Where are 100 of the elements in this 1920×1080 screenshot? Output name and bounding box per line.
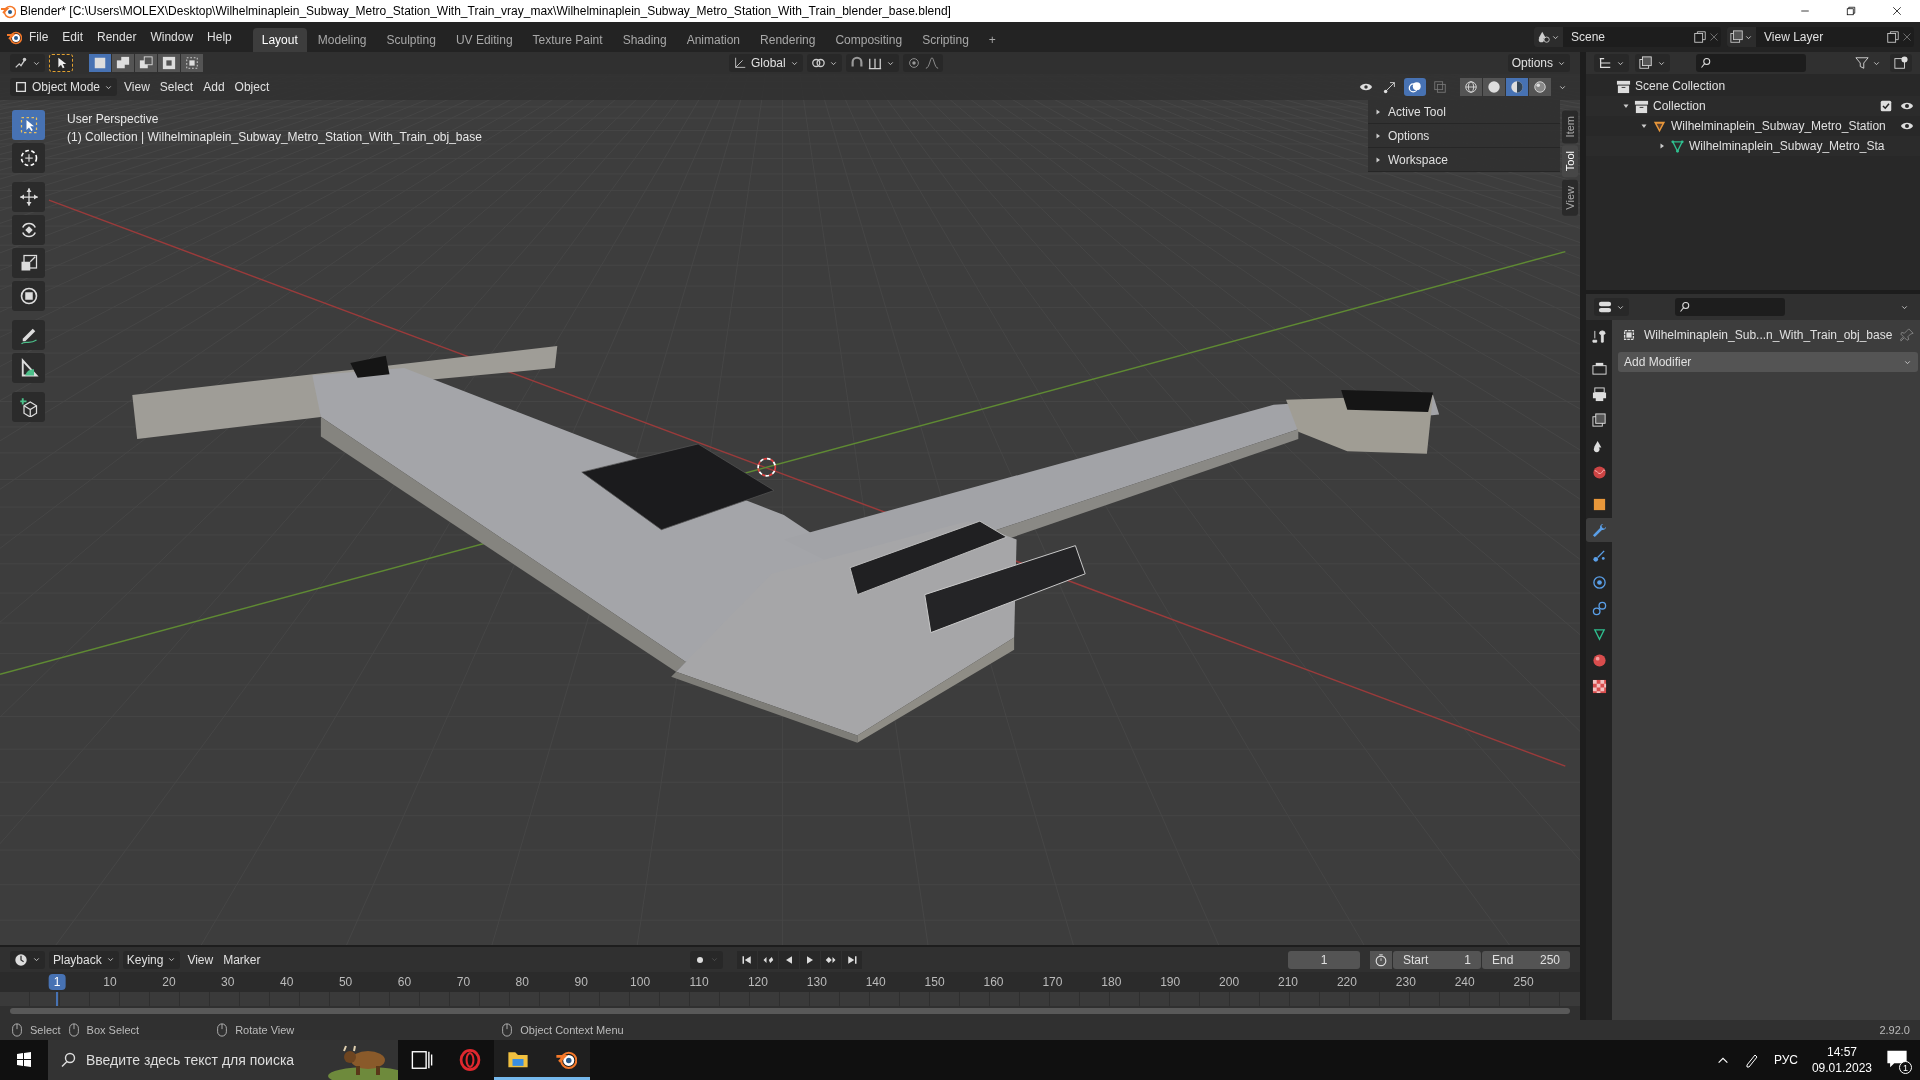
gizmo-icon[interactable] <box>1383 80 1397 94</box>
tool-button[interactable] <box>12 182 45 212</box>
shading-mode-button[interactable] <box>1483 78 1505 96</box>
3d-cursor-icon[interactable] <box>757 457 777 477</box>
workspace-tab[interactable]: Compositing <box>826 28 912 52</box>
menu-item[interactable]: File <box>22 27 56 47</box>
new-collection-button[interactable] <box>1890 54 1912 72</box>
overlays-button[interactable] <box>1404 78 1426 96</box>
selection-mode-button[interactable] <box>135 54 157 72</box>
notification-icon[interactable] <box>1886 1048 1908 1070</box>
search-field[interactable] <box>1696 54 1806 72</box>
shading-mode-button[interactable] <box>1460 78 1482 96</box>
tool-button[interactable] <box>12 248 45 278</box>
panel-header[interactable]: Options <box>1368 124 1560 148</box>
shading-mode-button[interactable] <box>1529 78 1551 96</box>
menu-item[interactable]: Marker <box>220 950 264 969</box>
workspace-tab[interactable]: Animation <box>677 28 750 52</box>
search-field[interactable] <box>1675 298 1785 316</box>
restore-icon[interactable] <box>1845 5 1857 17</box>
start-frame-field[interactable]: Start 1 <box>1393 950 1481 969</box>
selection-mode-button[interactable] <box>181 54 203 72</box>
menu-item[interactable]: Help <box>200 27 239 47</box>
ring-icon[interactable] <box>459 1049 481 1071</box>
editor-type-button[interactable] <box>10 54 45 72</box>
sidebar-tab[interactable]: View <box>1562 179 1578 216</box>
menu-dropdown[interactable]: Keying <box>122 950 181 969</box>
windows-start-icon[interactable] <box>16 1052 32 1068</box>
browse-button[interactable] <box>1534 27 1563 47</box>
tool-button[interactable] <box>12 281 45 311</box>
duplicate-icon[interactable] <box>1886 30 1900 44</box>
menu-item[interactable]: View <box>184 950 217 969</box>
tool-button[interactable] <box>12 392 45 422</box>
sidebar-tab[interactable]: Item <box>1562 110 1578 144</box>
taskbar-search-field[interactable]: Введите здесь текст для поиска <box>48 1040 398 1080</box>
workspace-tab[interactable]: Modeling <box>308 28 376 52</box>
tree-item[interactable]: Wilhelminaplein_Subway_Metro_Sta <box>1689 139 1885 153</box>
selection-mode-button[interactable] <box>112 54 134 72</box>
language-indicator[interactable]: РУС <box>1773 1053 1798 1067</box>
orientation-dropdown[interactable]: Global <box>729 54 803 72</box>
select-tool-button[interactable] <box>49 54 73 72</box>
play-button[interactable] <box>799 950 820 969</box>
previous-keyframe-button[interactable] <box>757 950 778 969</box>
panel-header[interactable]: Workspace <box>1368 148 1560 172</box>
pen-icon[interactable] <box>1743 1052 1760 1068</box>
tree-item[interactable]: Wilhelminaplein_Subway_Metro_Station <box>1671 119 1886 133</box>
checkbox[interactable] <box>1880 100 1892 112</box>
playhead-marker[interactable]: 1 <box>48 974 66 990</box>
options-dropdown[interactable]: Options <box>1507 54 1570 72</box>
tool-button[interactable] <box>12 320 45 350</box>
selection-mode-button[interactable] <box>89 54 111 72</box>
tool-button[interactable] <box>12 110 45 140</box>
xray-icon[interactable] <box>1433 80 1447 94</box>
browse-button[interactable] <box>1727 27 1756 47</box>
end-frame-field[interactable]: End 250 <box>1482 950 1570 969</box>
clock-date[interactable]: 09.01.2023 <box>1811 1060 1872 1076</box>
tool-button[interactable] <box>12 215 45 245</box>
pivot-dropdown[interactable] <box>806 54 842 72</box>
display-mode-dropdown[interactable] <box>1594 54 1629 72</box>
proportional-edit-dropdown[interactable] <box>902 54 943 72</box>
tool-button[interactable] <box>12 143 45 173</box>
selection-mode-button[interactable] <box>158 54 180 72</box>
current-frame-field[interactable]: 1 <box>1288 950 1360 969</box>
expand-arrow-icon[interactable] <box>1658 142 1666 150</box>
editor-type-button[interactable] <box>1594 298 1629 316</box>
menu-item[interactable]: Object <box>231 78 273 96</box>
sidebar-tab[interactable]: Tool <box>1562 145 1578 178</box>
menu-item[interactable]: Edit <box>55 27 91 47</box>
timeline-scrollbar[interactable] <box>10 1008 1570 1014</box>
expand-arrow-icon[interactable] <box>1622 102 1630 110</box>
jump-end-button[interactable] <box>841 950 862 969</box>
pin-icon[interactable] <box>1900 328 1915 342</box>
workspace-tab[interactable]: Shading <box>613 28 676 52</box>
panel-header[interactable]: Active Tool <box>1368 100 1560 124</box>
menu-item[interactable]: Render <box>90 27 144 47</box>
menu-item[interactable]: View <box>121 78 153 96</box>
menu-dropdown[interactable]: Playback <box>49 950 119 969</box>
snap-dropdown[interactable] <box>845 54 899 72</box>
tree-item[interactable]: Scene Collection <box>1635 79 1726 93</box>
workspace-tab[interactable]: UV Editing <box>446 28 522 52</box>
menu-item[interactable]: Select <box>156 78 197 96</box>
add-workspace-button[interactable]: + <box>979 28 1005 52</box>
workspace-tab[interactable]: Scripting <box>913 28 978 52</box>
next-keyframe-button[interactable] <box>820 950 841 969</box>
jump-start-button[interactable] <box>736 950 757 969</box>
auto-keying-button[interactable] <box>689 950 723 969</box>
mode-dropdown[interactable]: Object Mode <box>10 78 118 96</box>
workspace-tab[interactable]: Sculpting <box>377 28 445 52</box>
filter-view-dropdown[interactable] <box>1635 54 1670 72</box>
blender-menu-icon[interactable] <box>6 29 22 45</box>
menu-item[interactable]: Add <box>200 78 228 96</box>
workspace-tab[interactable]: Texture Paint <box>523 28 612 52</box>
workspace-tab[interactable]: Rendering <box>751 28 825 52</box>
tool-button[interactable] <box>12 353 45 383</box>
menu-item[interactable]: Window <box>143 27 201 47</box>
duplicate-icon[interactable] <box>1693 30 1707 44</box>
clock-time[interactable]: 14:57 <box>1826 1044 1857 1060</box>
task-view-icon[interactable] <box>411 1049 433 1071</box>
add-modifier-dropdown[interactable]: Add Modifier <box>1618 352 1919 372</box>
expand-arrow-icon[interactable] <box>1640 122 1648 130</box>
editor-type-button[interactable] <box>10 950 45 969</box>
